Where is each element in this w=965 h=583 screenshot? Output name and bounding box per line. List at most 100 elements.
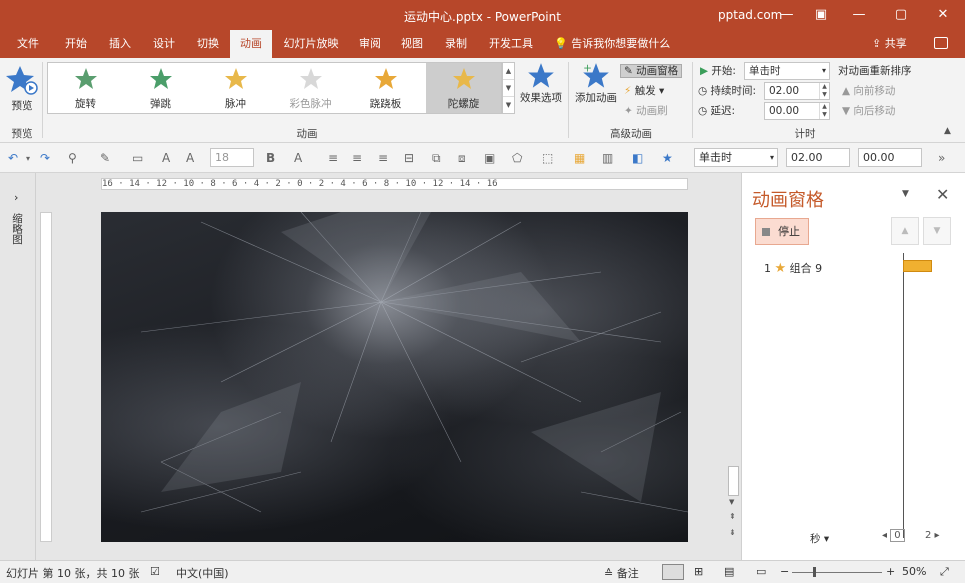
undo-icon[interactable]: ↶	[8, 151, 18, 165]
align-right-icon[interactable]: ≡	[378, 151, 388, 165]
font-size-input[interactable]: 18	[210, 148, 254, 167]
gallery-up-icon[interactable]: ▲	[503, 63, 514, 80]
gallery-down-icon[interactable]: ▼	[503, 80, 514, 97]
zoom-out-icon[interactable]: −	[780, 565, 789, 578]
timeline-bar[interactable]	[903, 260, 932, 272]
slideshow-icon[interactable]: ▭	[756, 565, 766, 578]
animation-painter-button[interactable]: ✦ 动画刷	[624, 102, 668, 120]
tab-file[interactable]: 文件	[8, 30, 48, 58]
pen-icon[interactable]: ✎	[100, 151, 110, 165]
stop-button[interactable]: 停止	[755, 218, 809, 245]
gallery-more-icon[interactable]: ▼	[503, 97, 514, 114]
tab-insert[interactable]: 插入	[100, 30, 140, 58]
redo-icon[interactable]: ↷	[40, 151, 50, 165]
slide-sorter-icon[interactable]: ⊞	[694, 565, 703, 578]
close-pane-icon[interactable]: ✕	[936, 185, 949, 204]
qat-start-select[interactable]: 单击时 ▾	[694, 148, 778, 167]
animation-spinner[interactable]: 陀螺旋	[426, 63, 501, 113]
ribbon-display-options-icon[interactable]: ▣	[802, 0, 840, 30]
shape-effects-icon[interactable]: ◧	[632, 151, 643, 165]
restore-button[interactable]: ▢	[882, 0, 920, 30]
start-select[interactable]: 单击时 ▾	[744, 62, 830, 80]
tab-developer[interactable]: 开发工具	[482, 30, 540, 58]
reading-view-icon[interactable]: ▤	[724, 565, 734, 578]
move-down-button[interactable]: ▼	[923, 217, 951, 245]
slide-canvas[interactable]	[101, 212, 688, 542]
pane-options-icon[interactable]: ▼	[902, 189, 909, 199]
tab-design[interactable]: 设计	[144, 30, 184, 58]
share-button[interactable]: ⇪ 共享	[872, 30, 907, 58]
spellcheck-icon[interactable]: ☑	[150, 565, 160, 578]
shape-outline-icon[interactable]: ▥	[602, 151, 613, 165]
minimize-icon-left[interactable]: —	[768, 0, 806, 30]
collapse-ribbon-icon[interactable]: ▲	[944, 126, 951, 136]
minimize-button[interactable]: —	[840, 0, 878, 30]
next-slide-icon[interactable]: ⇟	[729, 528, 736, 537]
qat-duration-input[interactable]: 02.00	[786, 148, 850, 167]
animation-star-icon[interactable]: ★	[662, 151, 673, 165]
format-painter-icon[interactable]: ⚲	[68, 151, 77, 165]
animation-pane-button[interactable]: ✎ 动画窗格	[620, 62, 683, 80]
bold-icon[interactable]: B	[266, 151, 275, 165]
zoom-level[interactable]: 50%	[902, 565, 926, 578]
animation-teeter[interactable]: 跷跷板	[348, 63, 423, 113]
animation-color-pulse[interactable]: 彩色脉冲	[273, 63, 348, 113]
align-center-icon[interactable]: ≡	[352, 151, 362, 165]
tab-home[interactable]: 开始	[56, 30, 96, 58]
prev-slide-icon[interactable]: ⇞	[729, 512, 736, 521]
qat-delay-input[interactable]: 00.00	[858, 148, 922, 167]
delay-spinner[interactable]: ▲ ▼	[819, 103, 829, 119]
decrease-font-icon[interactable]: A	[186, 151, 194, 165]
more-icon[interactable]: »	[938, 151, 945, 165]
ungroup-icon[interactable]: ⧈	[458, 151, 466, 166]
zoom-slider-knob[interactable]	[813, 567, 816, 577]
increase-font-icon[interactable]: A	[162, 151, 170, 165]
zoom-in-icon[interactable]: +	[886, 565, 895, 578]
scroll-down-icon[interactable]: ▼	[729, 498, 734, 506]
shape-icon[interactable]: ⬠	[512, 151, 522, 165]
zoom-slider[interactable]	[792, 572, 882, 573]
tab-transitions[interactable]: 切换	[188, 30, 228, 58]
shape-fill-icon[interactable]: ▦	[574, 151, 585, 165]
tab-animations[interactable]: 动画	[230, 30, 272, 58]
expand-thumbnails-icon[interactable]: ›	[14, 191, 18, 204]
undo-dropdown-icon[interactable]: ▾	[26, 154, 30, 163]
effect-options-button[interactable]: 效果选项	[518, 62, 564, 122]
group-icon[interactable]: ⧉	[432, 151, 441, 166]
delay-input[interactable]: 00.00 ▲ ▼	[764, 102, 830, 120]
distribute-icon[interactable]: ⊟	[404, 151, 414, 165]
seconds-dropdown[interactable]: 秒 ▾	[810, 531, 829, 546]
fit-to-window-icon[interactable]: ⤢	[940, 565, 949, 579]
duration-input[interactable]: 02.00 ▲ ▼	[764, 82, 830, 100]
duration-spinner[interactable]: ▲ ▼	[819, 83, 829, 99]
font-color-icon[interactable]: A	[294, 151, 302, 165]
normal-view-icon[interactable]	[662, 564, 684, 580]
thumbnail-label[interactable]: 缩略图	[10, 213, 25, 245]
vertical-scrollbar[interactable]: ▼ ⇞ ⇟	[727, 178, 740, 537]
scale-left-icon[interactable]: ◂	[882, 530, 890, 541]
language[interactable]: 中文(中国)	[176, 565, 229, 581]
tell-me-search[interactable]: 💡 告诉我你想要做什么	[554, 30, 670, 58]
close-button[interactable]: ✕	[924, 0, 962, 30]
move-up-button[interactable]: ▲	[891, 217, 919, 245]
animation-bounce[interactable]: 弹跳	[123, 63, 198, 113]
notes-button[interactable]: ≙ 备注	[604, 565, 639, 581]
tab-view[interactable]: 视图	[392, 30, 432, 58]
move-earlier-button[interactable]: ▲ 向前移动	[842, 82, 895, 100]
animation-spin[interactable]: 旋转	[48, 63, 123, 113]
animation-list-item[interactable]: 1 ★ 组合 9	[764, 260, 822, 276]
scroll-thumb[interactable]	[728, 466, 739, 496]
arrange-icon[interactable]: ▣	[484, 151, 495, 165]
scale-right-icon[interactable]: ▸	[931, 530, 940, 541]
animation-pulse[interactable]: 脉冲	[198, 63, 273, 113]
textbox-icon[interactable]: ▭	[132, 151, 143, 165]
tab-review[interactable]: 审阅	[350, 30, 390, 58]
move-later-button[interactable]: ▼ 向后移动	[842, 102, 895, 120]
align-left-icon[interactable]: ≡	[328, 151, 338, 165]
comment-icon[interactable]	[934, 37, 948, 49]
trigger-button[interactable]: ⚡ 触发 ▾	[624, 82, 664, 100]
tab-record[interactable]: 录制	[436, 30, 476, 58]
preview-button[interactable]: 预览	[4, 62, 40, 122]
tab-slideshow[interactable]: 幻灯片放映	[276, 30, 346, 58]
select-icon[interactable]: ⬚	[542, 151, 553, 165]
